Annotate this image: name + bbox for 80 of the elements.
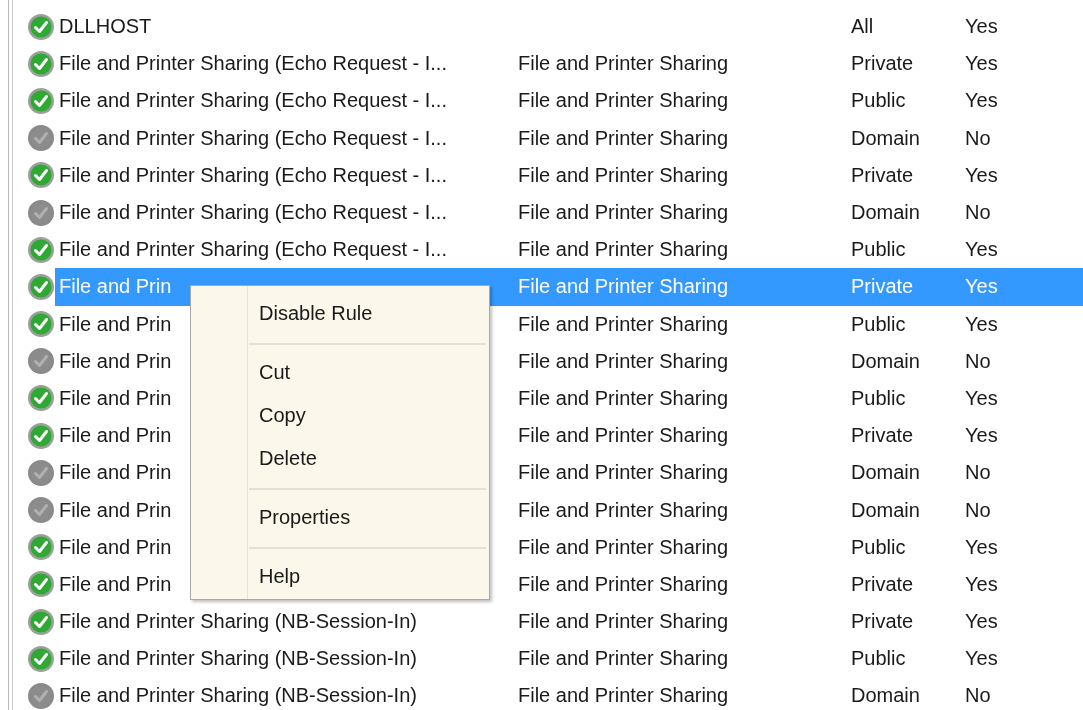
- rule-profile: Domain: [851, 498, 921, 522]
- rule-enabled: Yes: [965, 610, 998, 634]
- rule-name[interactable]: File and Printer Sharing (Echo Request - I...: [59, 126, 447, 149]
- rule-profile: Private: [851, 572, 915, 596]
- rule-enabled: No: [965, 461, 991, 485]
- rule-name[interactable]: File and Prin: [59, 461, 172, 484]
- rule-group: File and Printer Sharing: [518, 424, 729, 447]
- rule-enabled: Yes: [965, 15, 998, 39]
- rule-profile: Domain: [851, 684, 921, 708]
- rule-name[interactable]: File and Printer Sharing (Echo Request - I...: [59, 238, 447, 261]
- menu-item[interactable]: Properties: [249, 496, 486, 549]
- rule-enabled: Yes: [965, 386, 998, 410]
- rule-enabled: Yes: [965, 312, 998, 336]
- rule-profile: Public: [851, 386, 907, 410]
- rule-group: File and Printer Sharing: [518, 647, 729, 670]
- rule-group: File and Printer Sharing: [518, 238, 729, 261]
- rule-enabled: Yes: [965, 647, 998, 671]
- rule-name[interactable]: File and Printer Sharing (Echo Request - I...: [59, 52, 447, 75]
- menu-item[interactable]: Copy: [249, 394, 486, 437]
- rule-profile: Private: [851, 163, 915, 187]
- rule-group: File and Printer Sharing: [518, 275, 729, 298]
- rule-group: File and Printer Sharing: [518, 610, 729, 633]
- rule-group: File and Printer Sharing: [518, 201, 729, 224]
- rule-group: File and Printer Sharing: [518, 52, 729, 75]
- menu-item[interactable]: Cut: [249, 351, 486, 394]
- rule-enabled: No: [965, 201, 991, 225]
- rule-group: File and Printer Sharing: [518, 89, 729, 112]
- rule-name[interactable]: File and Printer Sharing (Echo Request - I...: [59, 201, 447, 224]
- menu-item[interactable]: Delete: [249, 437, 486, 490]
- rule-enabled: No: [965, 498, 991, 522]
- rule-name[interactable]: File and Printer Sharing (NB-Session-In): [59, 647, 417, 670]
- menu-item[interactable]: Disable Rule: [249, 292, 486, 345]
- rule-profile: Private: [851, 610, 915, 634]
- rule-name[interactable]: File and Prin: [59, 386, 172, 409]
- rule-profile: Domain: [851, 461, 921, 485]
- rule-enabled: No: [965, 684, 991, 708]
- rule-name[interactable]: File and Prin: [59, 572, 172, 595]
- rule-enabled: Yes: [965, 89, 998, 113]
- rule-name[interactable]: DLLHOST: [59, 15, 152, 38]
- rule-group: File and Printer Sharing: [518, 572, 729, 595]
- rule-group: File and Printer Sharing: [518, 126, 729, 149]
- rule-profile: Domain: [851, 126, 921, 150]
- rule-name[interactable]: File and Prin: [59, 349, 172, 372]
- rule-group: File and Printer Sharing: [518, 312, 729, 335]
- rule-profile: Public: [851, 89, 907, 113]
- rule-enabled: No: [965, 126, 991, 150]
- rule-group: File and Printer Sharing: [518, 498, 729, 521]
- rule-group: File and Printer Sharing: [518, 535, 729, 558]
- rule-profile: Public: [851, 535, 907, 559]
- rule-group: File and Printer Sharing: [518, 461, 729, 484]
- rule-group: File and Printer Sharing: [518, 349, 729, 372]
- rule-profile: Domain: [851, 349, 921, 373]
- rule-name[interactable]: File and Printer Sharing (Echo Request - I...: [59, 89, 447, 112]
- rule-name[interactable]: File and Printer Sharing (NB-Session-In): [59, 684, 417, 707]
- rule-group: File and Printer Sharing: [518, 684, 729, 707]
- rule-name[interactable]: File and Prin: [59, 424, 172, 447]
- rule-profile: Private: [851, 52, 915, 76]
- rule-profile: Public: [851, 647, 907, 671]
- rule-group: File and Printer Sharing: [518, 386, 729, 409]
- rule-profile: Domain: [851, 201, 921, 225]
- rule-name[interactable]: File and Printer Sharing (Echo Request - I...: [59, 163, 447, 186]
- rule-profile: All: [851, 15, 875, 39]
- rule-enabled: Yes: [965, 238, 998, 262]
- rule-enabled: Yes: [965, 163, 998, 187]
- rule-profile: Public: [851, 238, 907, 262]
- menu-item[interactable]: Help: [249, 555, 486, 598]
- rule-enabled: Yes: [965, 535, 998, 559]
- rule-profile: Private: [851, 424, 915, 448]
- rule-enabled: Yes: [965, 424, 998, 448]
- rule-name[interactable]: File and Printer Sharing (NB-Session-In): [59, 610, 417, 633]
- rule-name[interactable]: File and Prin: [59, 535, 172, 558]
- rule-enabled: Yes: [965, 572, 998, 596]
- rule-profile: Private: [851, 275, 915, 299]
- rule-group: File and Printer Sharing: [518, 163, 729, 186]
- rule-profile: Public: [851, 312, 907, 336]
- rule-enabled: No: [965, 349, 991, 373]
- rule-name[interactable]: File and Prin: [59, 312, 172, 335]
- rule-enabled: Yes: [965, 52, 998, 76]
- rule-enabled: Yes: [965, 275, 998, 299]
- rule-name[interactable]: File and Prin: [59, 498, 172, 521]
